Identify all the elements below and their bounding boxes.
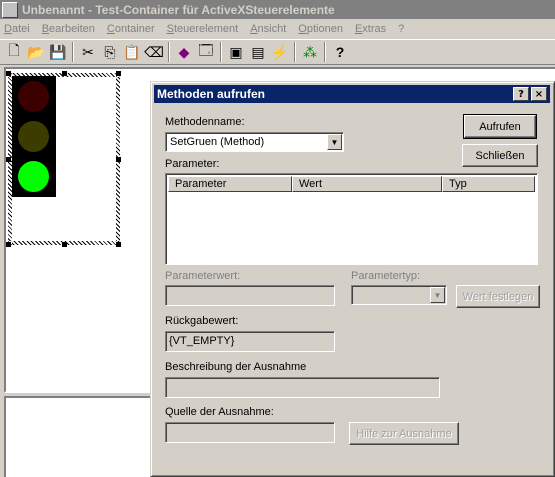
cut-icon[interactable]: ✂ xyxy=(77,41,99,63)
menu-ansicht[interactable]: Ansicht xyxy=(250,23,286,35)
toolbar-separator xyxy=(324,42,326,62)
return-value: {VT_EMPTY} xyxy=(169,335,235,347)
red-lamp xyxy=(18,81,49,112)
method-name-combo[interactable]: SetGruen (Method) ▼ xyxy=(165,132,344,152)
exception-description-label: Beschreibung der Ausnahme xyxy=(165,361,307,373)
window-title-bar[interactable]: Unbenannt - Test-Container für ActiveXSt… xyxy=(0,0,555,19)
column-parameter[interactable]: Parameter xyxy=(168,176,292,192)
close-icon[interactable]: × xyxy=(531,87,547,101)
param-value-field[interactable] xyxy=(165,285,335,306)
exception-help-button-label: Hilfe zur Ausnahme xyxy=(356,427,452,440)
menu-bar: Datei Bearbeiten Container Steuerelement… xyxy=(0,19,555,39)
yellow-lamp xyxy=(18,121,49,152)
menu-optionen[interactable]: Optionen xyxy=(298,23,343,35)
param-value-label: Parameterwert: xyxy=(165,270,241,282)
green-lamp xyxy=(18,161,49,192)
return-value-label: Rückgabewert: xyxy=(165,315,239,327)
toolbar-separator xyxy=(220,42,222,62)
exception-help-button[interactable]: Hilfe zur Ausnahme xyxy=(349,422,459,445)
menu-datei[interactable]: Datei xyxy=(4,23,30,35)
method-name-value: SetGruen (Method) xyxy=(170,136,265,148)
resize-handle[interactable] xyxy=(116,71,121,76)
param-type-combo[interactable]: ▼ xyxy=(351,285,447,305)
chevron-down-icon[interactable]: ▼ xyxy=(430,287,445,303)
copy-icon[interactable]: ⎘ xyxy=(99,41,121,63)
toolbar-separator xyxy=(168,42,170,62)
invoke-methods-dialog: Methoden aufrufen ? × Methodenname: SetG… xyxy=(150,81,555,477)
method-name-label: Methodenname: xyxy=(165,116,245,128)
traffic-light-control[interactable] xyxy=(12,76,56,197)
tree-icon[interactable]: ⁂ xyxy=(299,41,321,63)
insert-control-icon[interactable]: ◆ xyxy=(173,41,195,63)
toolbar: 🗋 📂 💾 ✂ ⎘ 📋 ⌫ ◆ 🗔 ▣ ▤ ⚡ ⁂ ? xyxy=(0,39,555,65)
resize-handle[interactable] xyxy=(6,157,11,162)
set-value-button[interactable]: Wert festlegen xyxy=(456,285,540,308)
exception-description-field[interactable] xyxy=(165,377,440,398)
column-wert[interactable]: Wert xyxy=(292,176,442,192)
return-value-field[interactable]: {VT_EMPTY} xyxy=(165,331,335,352)
menu-bearbeiten[interactable]: Bearbeiten xyxy=(42,23,95,35)
save-icon[interactable]: 💾 xyxy=(47,41,69,63)
column-typ[interactable]: Typ xyxy=(442,176,535,192)
resize-handle[interactable] xyxy=(116,157,121,162)
resize-handle[interactable] xyxy=(62,242,67,247)
exception-source-label: Quelle der Ausnahme: xyxy=(165,406,274,418)
toolbar-separator xyxy=(294,42,296,62)
invoke-button-label: Aufrufen xyxy=(479,120,521,133)
toolbar-separator xyxy=(72,42,74,62)
dialog-title-bar[interactable]: Methoden aufrufen ? × xyxy=(154,85,550,103)
resize-handle[interactable] xyxy=(6,242,11,247)
menu-container[interactable]: Container xyxy=(107,23,155,35)
chevron-down-icon[interactable]: ▼ xyxy=(327,134,342,150)
param-type-label: Parametertyp: xyxy=(351,270,421,282)
parameters-list[interactable]: Parameter Wert Typ xyxy=(165,173,538,265)
close-dialog-button-label: Schließen xyxy=(475,149,525,162)
exception-source-field[interactable] xyxy=(165,422,335,443)
delete-icon[interactable]: ⌫ xyxy=(143,41,165,63)
paste-icon[interactable]: 📋 xyxy=(121,41,143,63)
close-dialog-button[interactable]: Schließen xyxy=(462,144,538,167)
parameters-label: Parameter: xyxy=(165,158,220,170)
menu-help[interactable]: ? xyxy=(398,23,404,35)
invoke-methods-icon[interactable]: ▣ xyxy=(225,41,247,63)
app-icon xyxy=(2,1,18,18)
set-value-button-label: Wert festlegen xyxy=(462,290,534,303)
parameters-list-header: Parameter Wert Typ xyxy=(168,176,535,192)
menu-steuerelement[interactable]: Steuerelement xyxy=(167,23,239,35)
invoke-button[interactable]: Aufrufen xyxy=(463,114,537,139)
help-icon[interactable]: ? xyxy=(329,41,351,63)
window-title: Unbenannt - Test-Container für ActiveXSt… xyxy=(22,2,335,17)
ui-active-icon[interactable]: ▤ xyxy=(247,41,269,63)
resize-handle[interactable] xyxy=(62,71,67,76)
menu-extras[interactable]: Extras xyxy=(355,23,386,35)
events-icon[interactable]: ⚡ xyxy=(269,41,291,63)
resize-handle[interactable] xyxy=(6,71,11,76)
properties-icon[interactable]: 🗔 xyxy=(195,41,217,63)
resize-handle[interactable] xyxy=(116,242,121,247)
new-icon[interactable]: 🗋 xyxy=(3,41,25,63)
dialog-title: Methoden aufrufen xyxy=(157,87,265,101)
help-caption-button[interactable]: ? xyxy=(513,87,529,101)
open-icon[interactable]: 📂 xyxy=(25,41,47,63)
